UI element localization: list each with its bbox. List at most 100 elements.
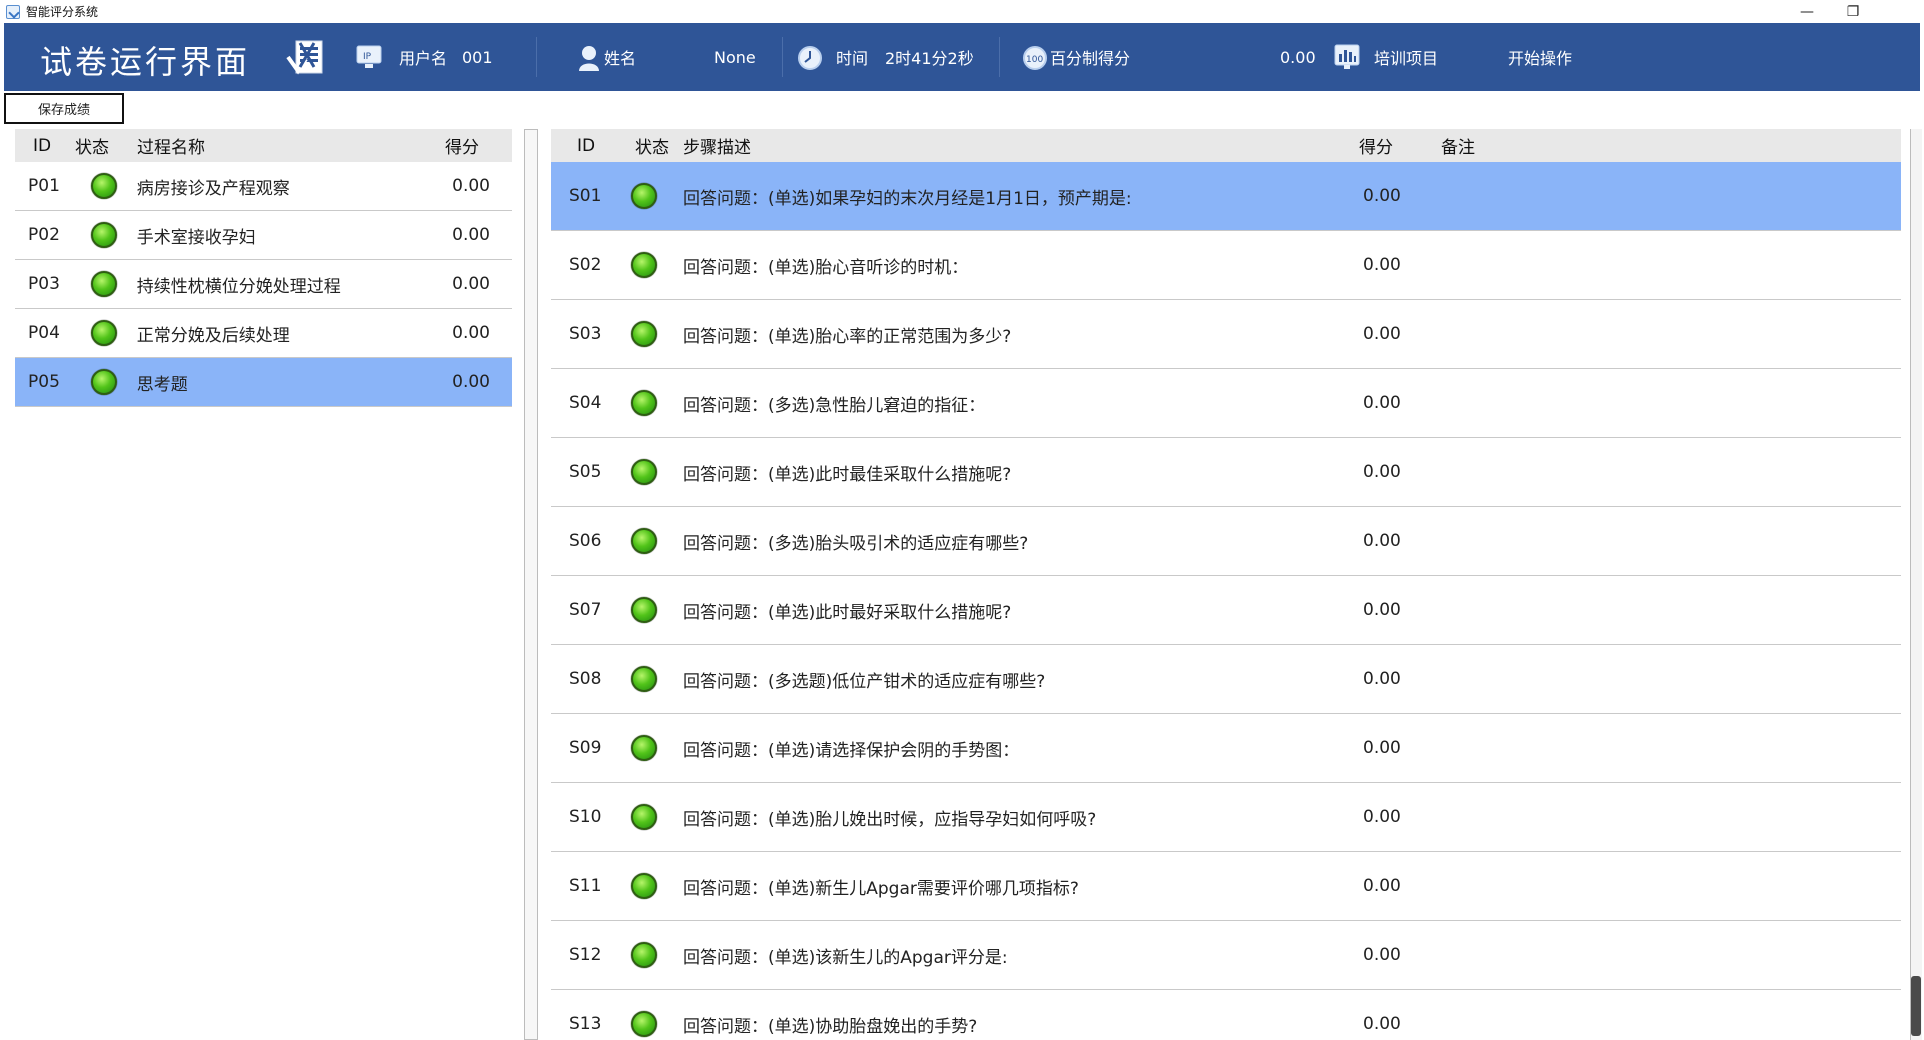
step-score: 0.00 — [1363, 600, 1401, 620]
score-label: 百分制得分 — [1050, 49, 1131, 68]
process-name: 持续性枕横位分娩处理过程 — [136, 276, 341, 297]
status-led-icon — [73, 320, 135, 346]
header-separator — [999, 37, 1000, 77]
window-titlebar: 智能评分系统 — ❐ — [0, 0, 1924, 23]
step-id: S05 — [569, 462, 602, 482]
process-table-header: ID 状态 过程名称 得分 — [15, 129, 512, 162]
bar-chart-icon — [1334, 44, 1360, 69]
process-row[interactable]: P01 病房接诊及产程观察 0.00 — [15, 162, 512, 211]
process-id: P04 — [28, 323, 60, 343]
step-id: S09 — [569, 738, 602, 758]
step-score: 0.00 — [1363, 1014, 1401, 1034]
step-row[interactable]: S12 回答问题：(单选)该新生儿的Apgar评分是: 0.00 — [551, 921, 1901, 990]
step-row[interactable]: S03 回答问题：(单选)胎心率的正常范围为多少? 0.00 — [551, 300, 1901, 369]
step-desc: 回答问题：(单选)此时最佳采取什么措施呢? — [683, 464, 1012, 485]
process-row[interactable]: P03 持续性枕横位分娩处理过程 0.00 — [15, 260, 512, 309]
process-row[interactable]: P04 正常分娩及后续处理 0.00 — [15, 309, 512, 358]
step-id: S01 — [569, 186, 602, 206]
window-title: 智能评分系统 — [26, 5, 99, 19]
project-value[interactable]: 开始操作 — [1508, 23, 1572, 91]
step-row[interactable]: S13 回答问题：(单选)协助胎盘娩出的手势? 0.00 — [551, 990, 1901, 1040]
step-row[interactable]: S01 回答问题：(单选)如果孕妇的末次月经是1月1日，预产期是: 0.00 — [551, 162, 1901, 231]
step-id: S10 — [569, 807, 602, 827]
status-led-icon — [631, 528, 683, 554]
status-led-icon — [631, 252, 683, 278]
step-row[interactable]: S05 回答问题：(单选)此时最佳采取什么措施呢? 0.00 — [551, 438, 1901, 507]
step-id: S04 — [569, 393, 602, 413]
header-bar: 试卷运行界面 IP 用户名 001 姓名 None 时间 2时41分2秒 100… — [4, 23, 1920, 91]
right-scrollbar[interactable] — [1910, 129, 1922, 1040]
step-row[interactable]: S07 回答问题：(单选)此时最好采取什么措施呢? 0.00 — [551, 576, 1901, 645]
save-score-button[interactable]: 保存成绩 — [4, 93, 124, 124]
step-desc: 回答问题：(单选)如果孕妇的末次月经是1月1日，预产期是: — [683, 188, 1132, 209]
process-score: 0.00 — [452, 274, 490, 294]
step-row[interactable]: S08 回答问题：(多选题)低位产钳术的适应症有哪些? 0.00 — [551, 645, 1901, 714]
step-score: 0.00 — [1363, 462, 1401, 482]
step-id: S03 — [569, 324, 602, 344]
header-separator — [536, 37, 537, 77]
col-header-status: 状态 — [635, 138, 669, 158]
status-led-icon — [73, 369, 135, 395]
step-score: 0.00 — [1363, 255, 1401, 275]
step-id: S12 — [569, 945, 602, 965]
process-rows: P01 病房接诊及产程观察 0.00 P02 手术室接收孕妇 0.00 P03 持续性枕横位分… — [15, 162, 512, 407]
name-label: 姓名 — [604, 49, 637, 68]
process-row[interactable]: P05 思考题 0.00 — [15, 358, 512, 407]
minimize-button[interactable]: — — [1784, 0, 1830, 23]
process-id: P03 — [28, 274, 60, 294]
step-id: S11 — [569, 876, 602, 896]
col-header-score: 得分 — [445, 138, 479, 158]
step-row[interactable]: S02 回答问题：(单选)胎心音听诊的时机： 0.00 — [551, 231, 1901, 300]
score-value: 0.00 — [1280, 47, 1316, 67]
step-score: 0.00 — [1363, 738, 1401, 758]
step-row[interactable]: S10 回答问题：(单选)胎儿娩出时候，应指导孕妇如何呼吸? 0.00 — [551, 783, 1901, 852]
process-name: 手术室接收孕妇 — [136, 227, 256, 248]
status-led-icon — [73, 222, 135, 248]
step-row[interactable]: S09 回答问题：(单选)请选择保护会阴的手势图： 0.00 — [551, 714, 1901, 783]
step-desc: 回答问题：(多选)急性胎儿窘迫的指征： — [683, 395, 986, 416]
step-score: 0.00 — [1363, 876, 1401, 896]
process-name: 正常分娩及后续处理 — [136, 325, 290, 346]
left-scrollbar[interactable] — [524, 129, 538, 1040]
step-score: 0.00 — [1363, 186, 1401, 206]
process-row[interactable]: P02 手术室接收孕妇 0.00 — [15, 211, 512, 260]
step-desc: 回答问题：(单选)胎心率的正常范围为多少? — [683, 326, 1012, 347]
ip-monitor-icon: IP — [356, 45, 382, 68]
step-desc: 回答问题：(单选)新生儿Apgar需要评价哪几项指标? — [683, 878, 1079, 899]
step-desc: 回答问题：(单选)该新生儿的Apgar评分是: — [683, 947, 1008, 968]
step-rows: S01 回答问题：(单选)如果孕妇的末次月经是1月1日，预产期是: 0.00 S02 回… — [551, 162, 1901, 1040]
step-row[interactable]: S04 回答问题：(多选)急性胎儿窘迫的指征： 0.00 — [551, 369, 1901, 438]
process-score: 0.00 — [452, 323, 490, 343]
status-led-icon — [631, 597, 683, 623]
username-label: 用户名 — [399, 49, 448, 68]
page-title: 试卷运行界面 — [40, 43, 251, 81]
col-header-id: ID — [577, 135, 596, 156]
status-led-icon — [631, 666, 683, 692]
time-value: 2时41分2秒 — [885, 49, 974, 68]
right-scrollbar-thumb[interactable] — [1911, 976, 1921, 1036]
step-id: S08 — [569, 669, 602, 689]
app-check-icon — [6, 4, 20, 19]
clock-icon — [798, 46, 822, 70]
step-score: 0.00 — [1363, 393, 1401, 413]
process-score: 0.00 — [452, 372, 490, 392]
step-row[interactable]: S11 回答问题：(单选)新生儿Apgar需要评价哪几项指标? 0.00 — [551, 852, 1901, 921]
status-led-icon — [631, 321, 683, 347]
col-header-note: 备注 — [1441, 138, 1475, 158]
step-desc: 回答问题：(单选)此时最好采取什么措施呢? — [683, 602, 1012, 623]
status-led-icon — [73, 173, 135, 199]
username-value: 001 — [462, 47, 493, 67]
process-id: P01 — [28, 176, 60, 196]
step-row[interactable]: S06 回答问题：(多选)胎头吸引术的适应症有哪些? 0.00 — [551, 507, 1901, 576]
step-id: S13 — [569, 1014, 602, 1034]
svg-text:IP: IP — [363, 52, 372, 62]
step-desc: 回答问题：(单选)协助胎盘娩出的手势? — [683, 1016, 978, 1037]
project-label: 培训项目 — [1374, 49, 1439, 68]
step-desc: 回答问题：(单选)胎儿娩出时候，应指导孕妇如何呼吸? — [683, 809, 1097, 830]
col-header-process-name: 过程名称 — [137, 138, 205, 158]
svg-text:100: 100 — [1026, 55, 1043, 65]
user-icon — [579, 46, 599, 71]
restore-button[interactable]: ❐ — [1830, 0, 1876, 23]
step-score: 0.00 — [1363, 324, 1401, 344]
step-desc: 回答问题：(单选)胎心音听诊的时机： — [683, 257, 969, 278]
